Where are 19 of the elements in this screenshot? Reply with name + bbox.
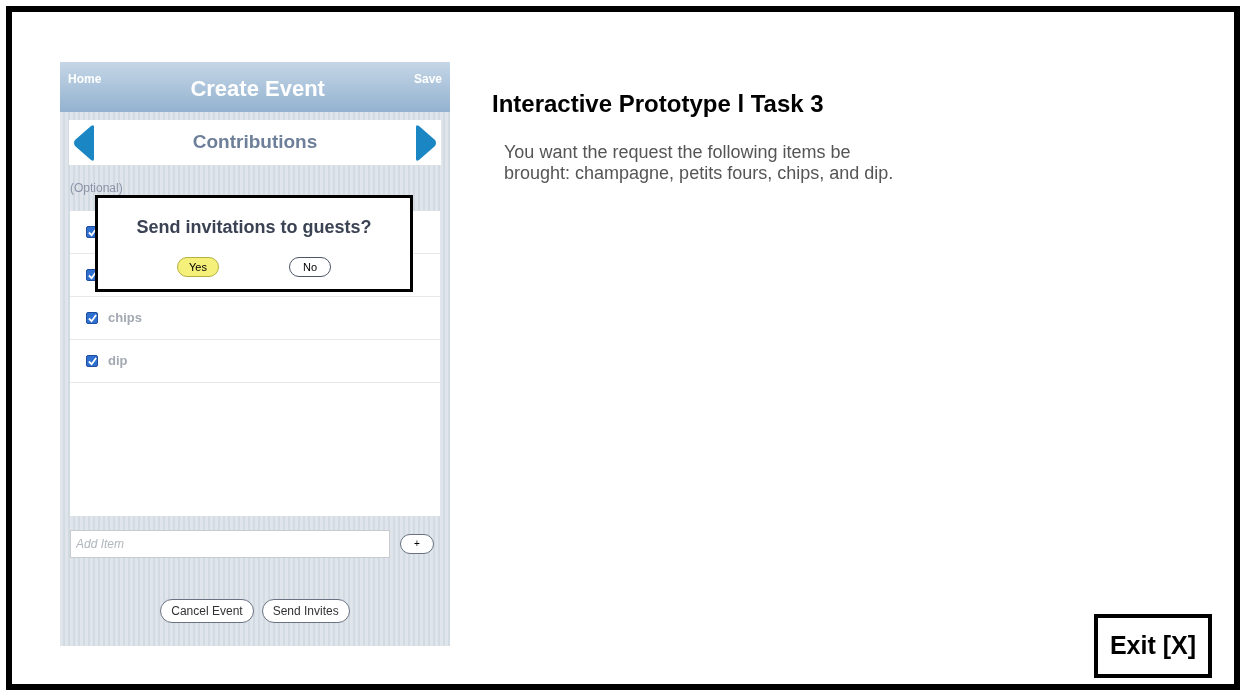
checkbox[interactable] (86, 355, 98, 367)
left-arrow-icon[interactable] (72, 123, 96, 162)
task-title: Interactive Prototype l Task 3 (492, 89, 825, 119)
right-arrow-icon[interactable] (414, 123, 438, 162)
dialog-option[interactable]: Yes (177, 257, 219, 277)
add-item-field[interactable]: Add Item (70, 530, 390, 558)
exit-button[interactable]: Exit [X] (1094, 614, 1212, 678)
nav-title: Create Event (190, 75, 325, 103)
optional-label: (Optional) (70, 180, 124, 197)
add-button[interactable]: + (400, 534, 434, 554)
section-title: Contributions (192, 130, 318, 155)
checkbox[interactable] (86, 312, 98, 324)
send-invites-button[interactable]: Send Invites (261, 599, 350, 623)
item-label: dip (108, 352, 128, 371)
cancel-event-button[interactable]: Cancel Event (160, 599, 254, 623)
task-description: You want the request the following items be brought: champagne, petits fours, chips, and dip. (504, 142, 895, 184)
dialog-option[interactable]: No (289, 257, 331, 277)
dialog-question: Send invitations to guests? (136, 216, 372, 239)
item-label: chips (108, 309, 142, 328)
